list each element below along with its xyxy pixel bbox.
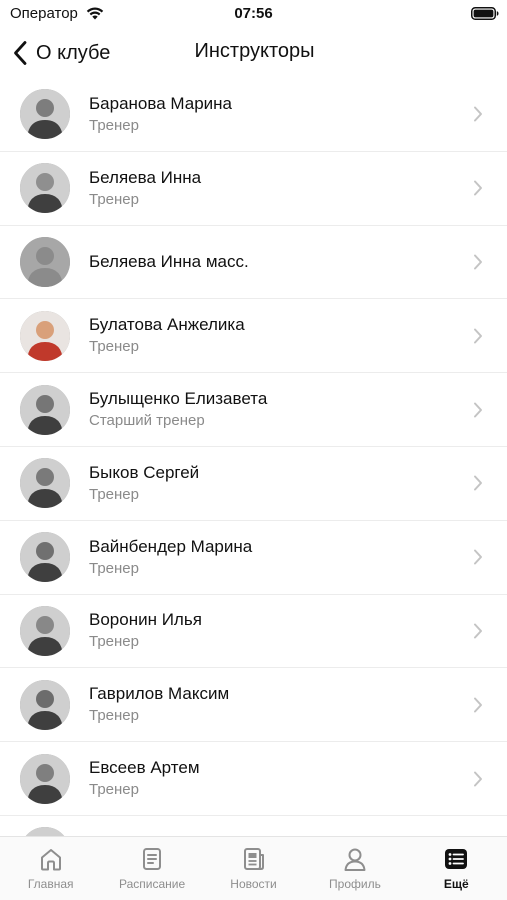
instructor-row[interactable]: Беляева Инна масс. <box>0 226 507 300</box>
avatar <box>20 236 70 287</box>
avatar <box>20 458 70 509</box>
instructor-role: Тренер <box>89 116 139 134</box>
instructor-name: Баранова Марина <box>89 93 232 113</box>
instructor-list[interactable]: Баранова Марина Тренер Беляева Инна Тренер Б… <box>0 78 507 838</box>
page-title: Инструкторы <box>194 40 315 62</box>
avatar-photo <box>20 384 70 435</box>
instructor-row[interactable]: Воронин Илья Тренер <box>0 595 507 669</box>
avatar <box>20 384 70 435</box>
instructor-name: Булыщенко Елизавета <box>89 389 268 409</box>
instructor-name: Беляева Инна масс. <box>89 251 249 271</box>
instructor-role: Тренер <box>89 633 139 651</box>
tab-more-label: Ещё <box>443 877 469 891</box>
instructor-role: Старший тренер <box>89 412 205 430</box>
chevron-right-icon <box>474 106 482 122</box>
tab-bar: Главная Расписание Новости Профиль Ещё <box>0 836 507 900</box>
instructor-name: Гаврилов Максим <box>89 684 230 704</box>
instructor-role: Тренер <box>89 781 139 799</box>
instructor-text: Беляева Инна масс. <box>89 226 457 299</box>
instructor-name: Евсеев Артем <box>89 758 200 778</box>
more-icon <box>445 849 468 869</box>
instructor-name: Быков Сергей <box>89 462 200 482</box>
battery-icon <box>471 7 499 20</box>
instructor-text: Евсеев Артем Тренер <box>89 742 457 815</box>
home-icon <box>40 849 61 871</box>
avatar-photo <box>20 753 70 804</box>
chevron-right-icon <box>474 254 482 270</box>
instructor-name: Вайнбендер Марина <box>89 536 253 556</box>
avatar <box>20 605 70 656</box>
instructor-text: Воронин Илья Тренер <box>89 595 457 668</box>
instructor-text: Быков Сергей Тренер <box>89 447 457 520</box>
avatar-photo <box>20 458 70 509</box>
instructor-row[interactable]: Вайнбендер Марина Тренер <box>0 521 507 595</box>
chevron-right-icon <box>474 328 482 344</box>
instructor-text: Баранова Марина Тренер <box>89 78 457 151</box>
profile-icon <box>344 848 366 871</box>
instructor-row[interactable]: Булыщенко Елизавета Старший тренер <box>0 373 507 447</box>
instructor-row[interactable]: Булатова Анжелика Тренер <box>0 299 507 374</box>
instructor-role: Тренер <box>89 485 139 503</box>
tab-home[interactable]: Главная <box>0 837 101 900</box>
instructor-text: Булыщенко Елизавета Старший тренер <box>89 373 457 446</box>
tab-news[interactable]: Новости <box>203 837 304 900</box>
avatar-photo <box>20 679 70 730</box>
chevron-right-icon <box>474 549 482 565</box>
status-bar: Оператор 07:56 <box>0 0 507 28</box>
navigation-bar: О клубе Инструкторы <box>0 28 507 78</box>
avatar <box>20 310 70 361</box>
instructor-name: Беляева Инна <box>89 167 202 187</box>
instructor-role: Тренер <box>89 338 139 356</box>
avatar-placeholder-icon <box>20 236 70 287</box>
instructor-role: Тренер <box>89 190 139 208</box>
tab-profile-label: Профиль <box>329 877 381 891</box>
instructor-text: Беляева Инна Тренер <box>89 152 457 225</box>
instructor-role: Тренер <box>89 559 139 577</box>
avatar-photo <box>20 163 70 214</box>
avatar <box>20 89 70 140</box>
avatar-photo <box>20 605 70 656</box>
instructor-name: Воронин Илья <box>89 610 202 630</box>
instructor-row[interactable]: Евсеев Артем Тренер <box>0 742 507 816</box>
instructor-role: Тренер <box>89 707 139 725</box>
tab-profile[interactable]: Профиль <box>304 837 405 900</box>
avatar-photo <box>20 532 70 583</box>
instructor-row[interactable]: Быков Сергей Тренер <box>0 447 507 521</box>
avatar <box>20 163 70 214</box>
chevron-right-icon <box>474 697 482 713</box>
avatar <box>20 753 70 804</box>
avatar-photo <box>20 89 70 140</box>
tab-schedule-label: Расписание <box>119 877 186 891</box>
schedule-icon <box>143 848 162 870</box>
instructor-text: Вайнбендер Марина Тренер <box>89 521 457 594</box>
tab-schedule[interactable]: Расписание <box>101 837 202 900</box>
news-icon <box>243 848 264 870</box>
instructor-name: Булатова Анжелика <box>89 315 245 335</box>
instructor-row[interactable]: Гаврилов Максим Тренер <box>0 668 507 743</box>
instructor-text: Гаврилов Максим Тренер <box>89 668 457 741</box>
chevron-right-icon <box>474 771 482 787</box>
chevron-right-icon <box>474 475 482 491</box>
tab-home-label: Главная <box>27 877 74 891</box>
avatar <box>20 679 70 730</box>
tab-news-label: Новости <box>230 877 277 891</box>
status-time: 07:56 <box>234 5 273 22</box>
chevron-right-icon <box>474 623 482 639</box>
instructor-row[interactable]: Баранова Марина Тренер <box>0 78 507 152</box>
instructor-row[interactable]: Беляева Инна Тренер <box>0 152 507 226</box>
instructor-row[interactable]: Зеленина Илана <box>0 816 507 838</box>
chevron-right-icon <box>474 402 482 418</box>
instructor-text: Зеленина Илана <box>89 816 457 838</box>
avatar <box>20 532 70 583</box>
tab-more[interactable]: Ещё <box>406 837 507 900</box>
chevron-right-icon <box>474 180 482 196</box>
avatar-photo <box>20 310 70 361</box>
instructor-text: Булатова Анжелика Тренер <box>89 299 457 372</box>
